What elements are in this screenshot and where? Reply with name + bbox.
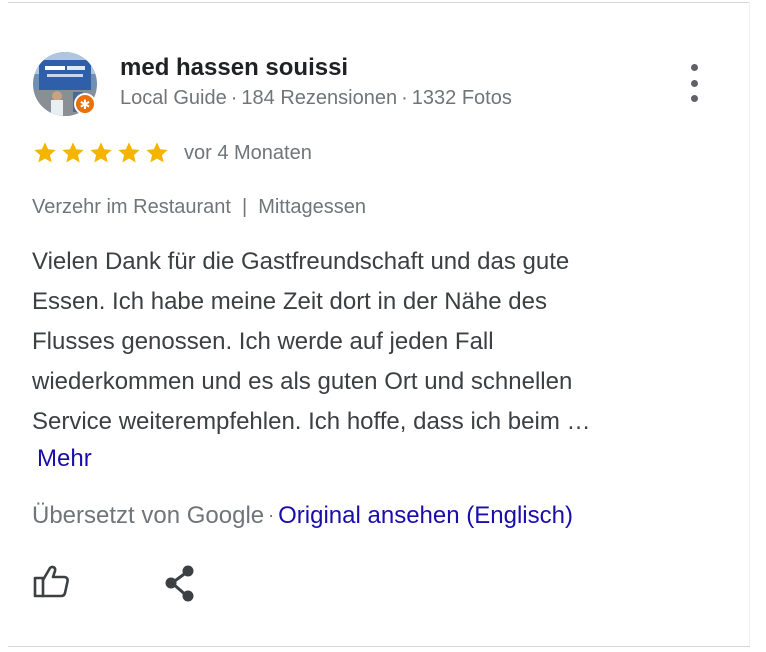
review-line: Essen. Ich habe meine Zeit dort in der N…	[32, 288, 547, 315]
review-line: Vielen Dank für die Gastfreundschaft und…	[32, 248, 570, 275]
local-guide-label: Local Guide	[120, 87, 227, 109]
tag-separator: |	[241, 196, 248, 218]
menu-dot	[690, 79, 698, 87]
share-icon[interactable]	[160, 564, 200, 604]
thumbs-up-icon[interactable]	[32, 564, 72, 600]
reviews-count: 184 Rezensionen	[241, 87, 398, 109]
photos-count: 1332 Fotos	[411, 87, 512, 109]
menu-dot	[690, 95, 698, 102]
review-line: wiederkommen und es als guten Ort und sc…	[32, 368, 573, 395]
star-icon	[118, 142, 140, 163]
star-icon	[34, 142, 56, 163]
star-rating	[32, 140, 170, 166]
star-icon	[146, 142, 168, 163]
translation-note: Übersetzt von Google · Original ansehen (E…	[32, 502, 573, 530]
translation-separator: ·	[268, 505, 275, 525]
tag-meal: Mittagessen	[258, 196, 367, 218]
translated-by-label: Übersetzt von Google	[32, 502, 265, 529]
review-text: Vielen Dank für die Gastfreundschaft und…	[32, 242, 712, 442]
review-tags: Verzehr im Restaurant | Mittagessen	[32, 196, 366, 219]
menu-dot	[690, 64, 698, 71]
bottom-divider	[8, 646, 750, 647]
reviewer-name[interactable]: med hassen souissi	[120, 54, 348, 82]
meta-separator: ·	[401, 87, 408, 109]
star-icon	[90, 142, 112, 163]
more-link[interactable]: Mehr	[37, 445, 92, 473]
view-original-link[interactable]: Original ansehen (Englisch)	[278, 502, 573, 529]
star-icon	[62, 142, 84, 163]
meta-separator: ·	[230, 87, 238, 109]
top-divider	[8, 2, 750, 3]
review-line: Service weiterempfehlen. Ich hoffe, dass…	[32, 408, 591, 435]
card-edge	[749, 2, 750, 646]
local-guide-star-icon: ✱	[74, 93, 96, 115]
review-time: vor 4 Monaten	[184, 142, 312, 164]
tag-dining: Verzehr im Restaurant	[32, 196, 231, 218]
review-line: Flusses genossen. Ich werde auf jeden Fa…	[32, 328, 494, 355]
reviewer-meta: Local Guide · 184 Rezensionen · 1332 Fotos	[120, 87, 512, 110]
more-vert-icon[interactable]	[682, 64, 706, 102]
